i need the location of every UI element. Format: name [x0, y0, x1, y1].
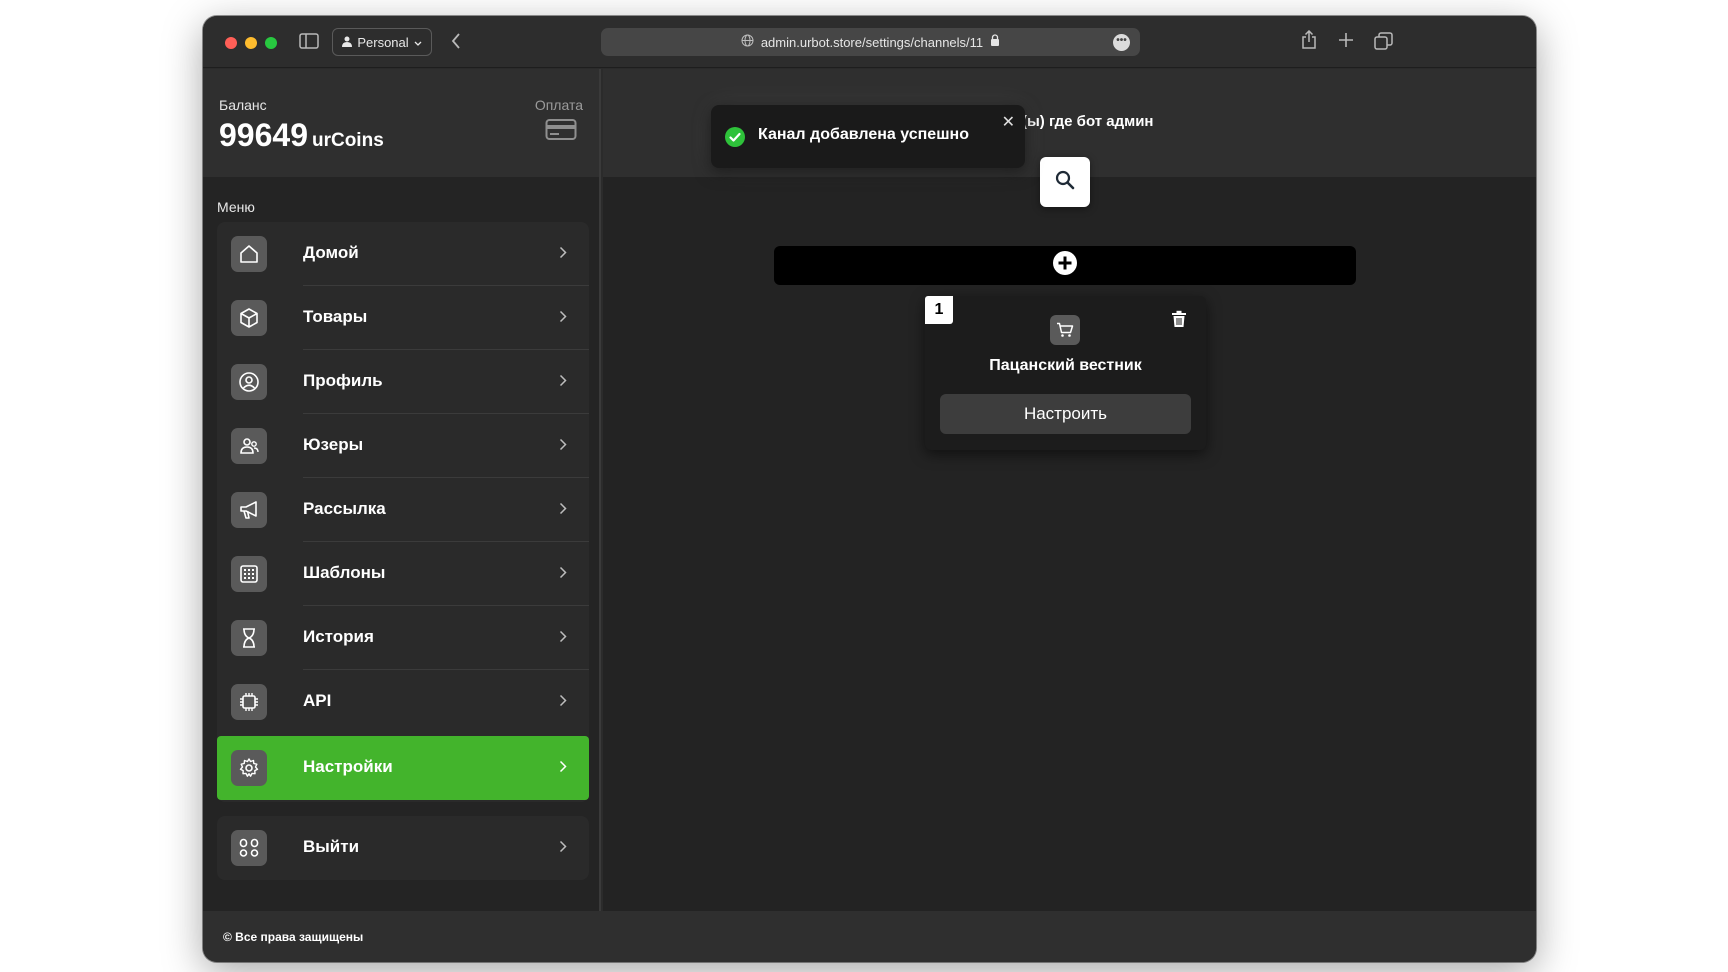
- balance-value: 99649: [219, 117, 308, 153]
- main-content: (ы) где бот админ 1 Пацанский вестник На…: [603, 69, 1536, 911]
- grid-icon: [231, 556, 267, 592]
- copyright-text: © Все права защищены: [223, 930, 364, 944]
- globe-icon: [741, 34, 754, 50]
- sidebar-toggle-icon[interactable]: [299, 32, 319, 55]
- balance-unit: urCoins: [311, 130, 384, 151]
- menu-item-label: Юзеры: [303, 435, 364, 454]
- menu-item-label: История: [303, 627, 374, 646]
- balance-panel: Баланс 99649 urCoins Оплата: [203, 69, 599, 177]
- chevron-right-icon: [559, 694, 567, 712]
- url-text: admin.urbot.store/settings/channels/11: [760, 34, 984, 50]
- add-channel-button[interactable]: [774, 246, 1356, 285]
- check-circle-icon: [725, 127, 745, 152]
- tabs-overview-icon[interactable]: [1374, 32, 1393, 55]
- menu-item-logout[interactable]: Выйти: [217, 816, 589, 880]
- profile-button[interactable]: Personal: [332, 28, 432, 56]
- menu-item-templates[interactable]: Шаблоны: [217, 542, 589, 606]
- chevron-right-icon: [559, 502, 567, 520]
- plus-circle-icon: [1052, 250, 1078, 281]
- user-circle-icon: [231, 364, 267, 400]
- footer: © Все права защищены: [203, 911, 1536, 962]
- logout-icon: [231, 830, 267, 866]
- lock-icon: [990, 34, 1000, 50]
- menu-list: Домой Товары Профиль Юзеры Рассылка Шабл…: [217, 222, 589, 802]
- search-button[interactable]: [1040, 157, 1090, 207]
- menu-item-label: Товары: [303, 307, 368, 326]
- chevron-down-icon: [414, 35, 422, 50]
- credit-card-icon[interactable]: [545, 117, 577, 146]
- browser-titlebar: Personal admin.urbot.store/settings/chan…: [203, 16, 1536, 68]
- menu-item-users[interactable]: Юзеры: [217, 414, 589, 478]
- person-icon: [342, 35, 353, 50]
- configure-button[interactable]: Настроить: [940, 394, 1191, 434]
- menu-item-label: API: [303, 691, 332, 710]
- menu-heading: Меню: [217, 199, 255, 215]
- gear-icon: [231, 750, 267, 786]
- toast-message: Канал добавлена успешно: [758, 126, 969, 143]
- address-bar[interactable]: admin.urbot.store/settings/channels/11 •…: [601, 28, 1140, 56]
- menu-item-label: Настройки: [303, 757, 393, 776]
- menu-item-label: Профиль: [303, 371, 383, 390]
- menu-item-label: Рассылка: [303, 499, 386, 518]
- chevron-right-icon: [559, 246, 567, 264]
- minimize-window-button[interactable]: [245, 37, 257, 49]
- menu-item-label: Домой: [303, 243, 359, 262]
- profile-name: Personal: [357, 34, 409, 50]
- menu-item-mailing[interactable]: Рассылка: [217, 478, 589, 542]
- chevron-right-icon: [559, 840, 567, 858]
- chip-icon: [231, 684, 267, 720]
- menu-item-api[interactable]: API: [217, 670, 589, 734]
- users-icon: [231, 428, 267, 464]
- browser-window: Personal admin.urbot.store/settings/chan…: [203, 16, 1536, 962]
- chevron-right-icon: [559, 630, 567, 648]
- menu-item-home[interactable]: Домой: [217, 222, 589, 286]
- hourglass-icon: [231, 620, 267, 656]
- close-window-button[interactable]: [225, 37, 237, 49]
- more-options-icon[interactable]: •••: [1113, 34, 1130, 51]
- back-icon[interactable]: [450, 32, 462, 55]
- balance-amount: 99649 urCoins: [219, 117, 384, 154]
- new-tab-icon[interactable]: [1338, 32, 1354, 53]
- channel-number-badge: 1: [925, 296, 953, 324]
- chevron-right-icon: [559, 760, 567, 778]
- maximize-window-button[interactable]: [265, 37, 277, 49]
- trash-icon[interactable]: [1171, 310, 1187, 333]
- home-icon: [231, 236, 267, 272]
- search-icon: [1055, 170, 1075, 195]
- menu-item-profile[interactable]: Профиль: [217, 350, 589, 414]
- megaphone-icon: [231, 492, 267, 528]
- close-icon[interactable]: ✕: [1002, 115, 1015, 131]
- box-icon: [231, 300, 267, 336]
- chevron-right-icon: [559, 310, 567, 328]
- chevron-right-icon: [559, 566, 567, 584]
- chevron-right-icon: [559, 438, 567, 456]
- menu-item-history[interactable]: История: [217, 606, 589, 670]
- balance-label: Баланс: [219, 97, 267, 113]
- menu-item-label: Шаблоны: [303, 563, 386, 582]
- menu-item-settings[interactable]: Настройки: [217, 736, 589, 800]
- channels-hint: (ы) где бот админ: [1022, 113, 1154, 130]
- sidebar: Баланс 99649 urCoins Оплата Меню Домой Т…: [203, 69, 601, 911]
- payment-label[interactable]: Оплата: [535, 97, 583, 113]
- menu-item-products[interactable]: Товары: [217, 286, 589, 350]
- success-toast: Канал добавлена успешно ✕: [711, 105, 1025, 168]
- cart-icon: [1050, 315, 1080, 345]
- channel-card: 1 Пацанский вестник Настроить: [925, 296, 1206, 450]
- share-icon[interactable]: [1301, 29, 1317, 55]
- menu-item-label: Выйти: [303, 837, 360, 856]
- chevron-right-icon: [559, 374, 567, 392]
- channel-title: Пацанский вестник: [989, 357, 1142, 374]
